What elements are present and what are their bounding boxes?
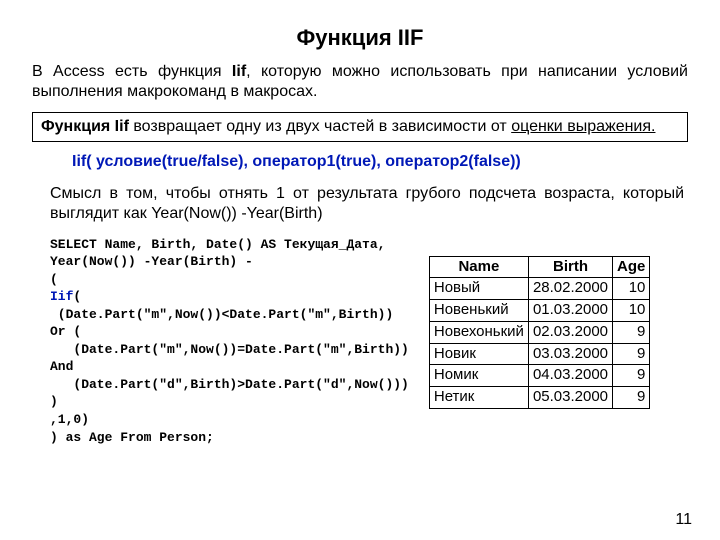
table-cell: 01.03.2000 xyxy=(528,300,612,322)
table-header: Birth xyxy=(528,256,612,278)
def-underline: оценки выражения. xyxy=(511,118,655,135)
table-row: Новенький01.03.200010 xyxy=(429,300,650,322)
table-header: Age xyxy=(613,256,650,278)
table-cell: 10 xyxy=(613,278,650,300)
def-rest: возвращает одну из двух частей в зависим… xyxy=(133,118,511,135)
table-cell: Нетик xyxy=(429,387,528,409)
table-cell: 9 xyxy=(613,343,650,365)
table-row: Новый28.02.200010 xyxy=(429,278,650,300)
table-row: Новехонький02.03.20009 xyxy=(429,321,650,343)
iif-keyword: Iif xyxy=(50,289,73,304)
intro-fn-name: Iif xyxy=(232,63,246,80)
table-cell: 9 xyxy=(613,321,650,343)
table-cell: 28.02.2000 xyxy=(528,278,612,300)
signature-line: Iif( условие(true/false), оператор1(true… xyxy=(72,152,688,172)
explain-para: Смысл в том, чтобы отнять 1 от результат… xyxy=(50,184,684,224)
table-cell: 03.03.2000 xyxy=(528,343,612,365)
table-row: Новик03.03.20009 xyxy=(429,343,650,365)
table-cell: Новенький xyxy=(429,300,528,322)
table-cell: 9 xyxy=(613,365,650,387)
table-cell: 10 xyxy=(613,300,650,322)
table-cell: 9 xyxy=(613,387,650,409)
intro-para: В Access есть функция Iif, которую можно… xyxy=(32,62,688,102)
table-cell: 02.03.2000 xyxy=(528,321,612,343)
page-title: Функция IIF xyxy=(32,24,688,52)
definition-box: Функция Iif возвращает одну из двух част… xyxy=(32,112,688,142)
def-bold: Функция Iif xyxy=(41,118,133,135)
table-header: Name xyxy=(429,256,528,278)
table-cell: Новехонький xyxy=(429,321,528,343)
table-row: Нетик05.03.20009 xyxy=(429,387,650,409)
sql-code: SELECT Name, Birth, Date() AS Текущая_Да… xyxy=(32,236,409,447)
table-cell: Номик xyxy=(429,365,528,387)
result-table: NameBirthAge Новый28.02.200010Новенький0… xyxy=(429,256,651,409)
table-cell: Новик xyxy=(429,343,528,365)
table-cell: 04.03.2000 xyxy=(528,365,612,387)
page-number: 11 xyxy=(675,510,692,530)
table-cell: Новый xyxy=(429,278,528,300)
intro-text-1: В Access есть функция xyxy=(32,63,232,80)
table-row: Номик04.03.20009 xyxy=(429,365,650,387)
table-cell: 05.03.2000 xyxy=(528,387,612,409)
